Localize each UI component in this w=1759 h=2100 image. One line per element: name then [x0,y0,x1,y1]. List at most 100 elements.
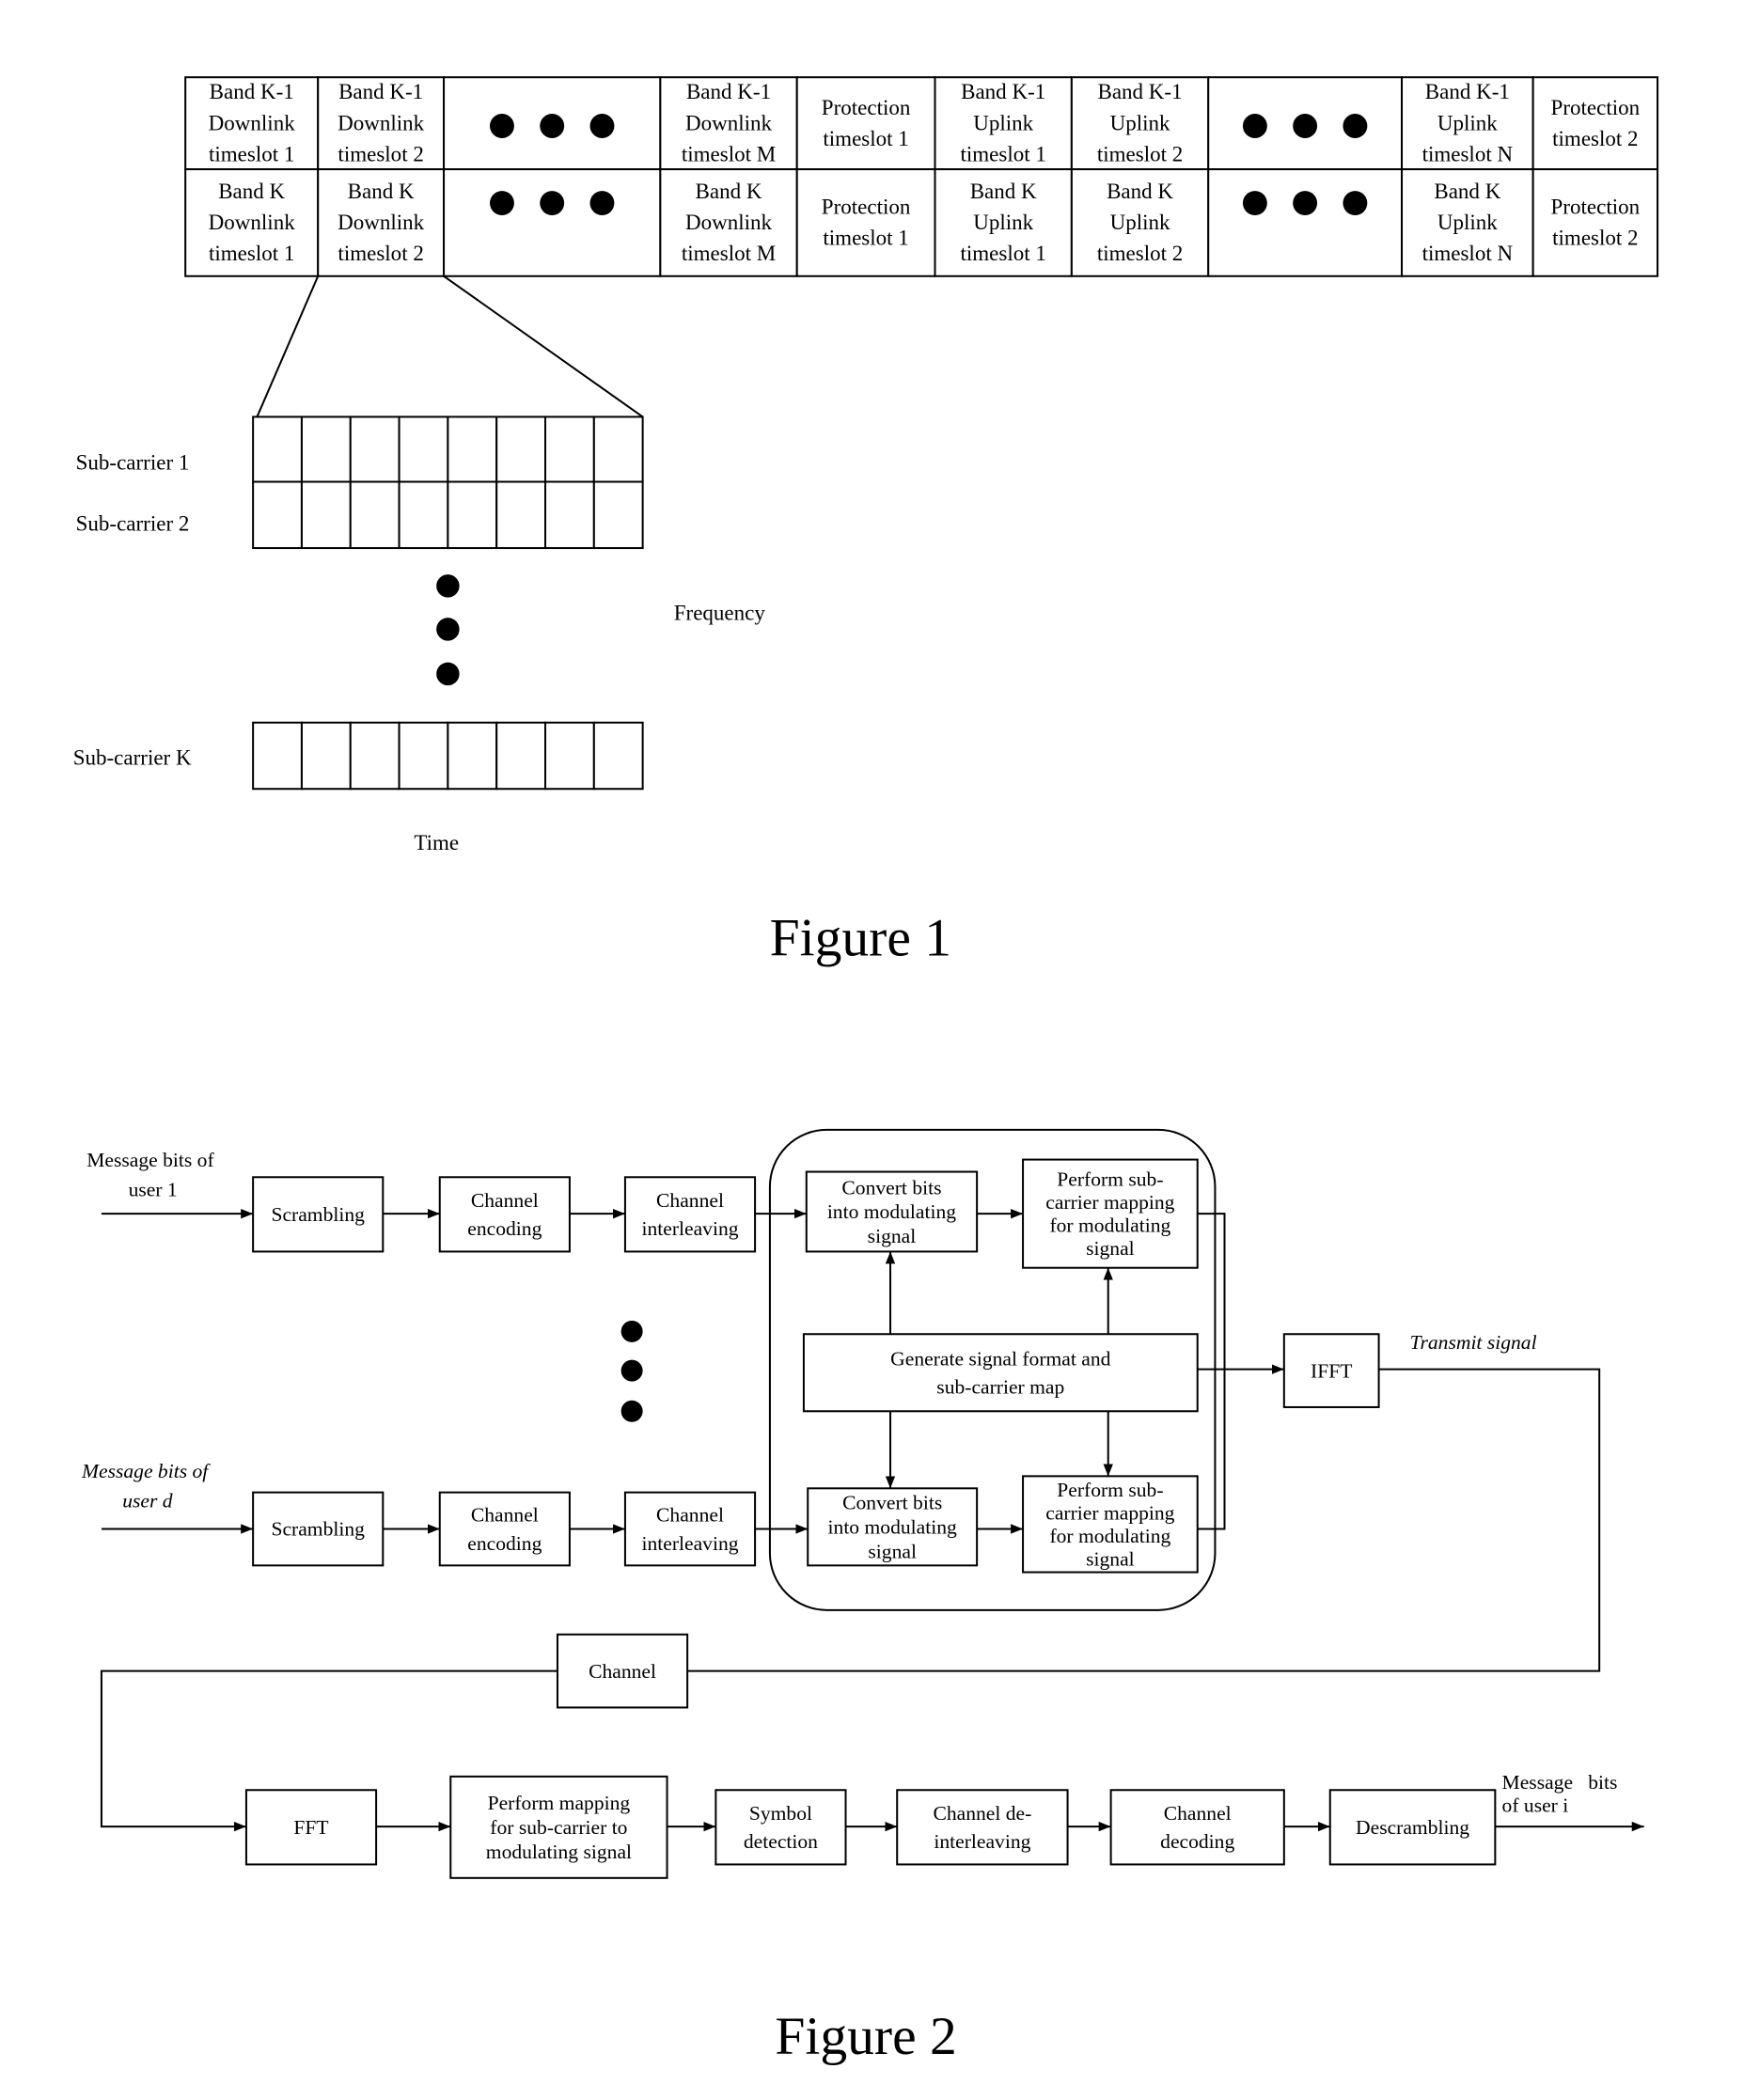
ellipsis-dot [589,114,615,138]
symbol-detection-box: Symbol detection [715,1789,847,1866]
time-label: Time [414,830,459,854]
ellipsis-dot [620,1320,643,1342]
resource-cell [349,415,400,483]
box-label: IFFT [1311,1359,1352,1382]
descrambling-box: Descrambling [1328,1789,1497,1866]
ellipsis-dot [436,662,460,686]
box-label: Perform mapping for sub-carrier to modulat… [486,1792,632,1863]
ellipsis-dot [589,191,615,215]
patent-figures: Band K-1 Downlink timeslot 1 Band K-1 Downli… [73,76,1659,2066]
rx-mapping-box: Perform mapping for sub-carrier to modulat… [449,1775,668,1879]
table-cell-ellipsis [443,168,662,277]
zoom-line-left [256,275,320,417]
table-cell: Band K Downlink timeslot 1 [184,168,320,277]
subcarrier-2-label: Sub-carrier 2 [76,510,190,535]
subcarrier-mapping-box-user-d: Perform sub-carrier mapping for modulatin… [1022,1475,1199,1574]
channel-box: Channel [556,1633,689,1709]
subcarrier-k-label: Sub-carrier K [73,744,192,769]
table-cell: Band K Uplink timeslot 2 [1070,168,1210,277]
table-cell: Protection timeslot 2 [1531,76,1659,171]
subcarrier-1-label: Sub-carrier 1 [76,450,190,475]
resource-cell [592,480,644,550]
table-cell-label: Band K-1 Downlink timeslot 2 [338,79,425,165]
resource-cell [349,480,400,550]
output-label-user-i: Message bits of user i [1502,1771,1623,1816]
resource-cell [300,480,352,550]
table-cell: Band K-1 Downlink timeslot M [659,76,798,171]
input-label-user-1: Message bits of user 1 [86,1149,219,1201]
figure-2: Message bits of user 1 Message bits of u… [81,1128,1644,2066]
ellipsis-dot [436,618,460,641]
table-cell: Band K Uplink timeslot N [1401,168,1534,277]
box-label: Scrambling [271,1203,365,1226]
resource-cell [447,480,498,550]
table-cell-ellipsis [443,76,662,171]
table-cell: Band K Downlink timeslot 2 [317,168,446,277]
ellipsis-dot [490,191,514,215]
box-label: Scrambling [271,1518,365,1541]
table-cell-ellipsis [1207,76,1404,171]
transmit-signal-label: Transmit signal [1410,1331,1537,1354]
ellipsis-dot [1293,114,1318,138]
ellipsis-dot [1343,114,1368,138]
resource-cell [495,721,547,791]
convert-bits-box-user-1: Convert bits into modulating signal [805,1170,979,1253]
table-cell-ellipsis [1207,168,1404,277]
convert-bits-box-user-d: Convert bits into modulating signal [807,1487,979,1567]
resource-cell [398,721,449,791]
resource-cell [592,415,644,483]
figure-1: Band K-1 Downlink timeslot 1 Band K-1 Downli… [73,76,1659,967]
box-label: FFT [293,1816,328,1839]
table-cell: Band K-1 Uplink timeslot 1 [934,76,1073,171]
channel-decoding-box: Channel decoding [1109,1789,1285,1866]
resource-cell [252,721,303,791]
resource-cell [349,721,400,791]
channel-interleaving-box-user-d: Channel interleaving [623,1491,757,1567]
channel-encoding-box-user-d: Channel encoding [438,1491,571,1567]
perform-output-bus [1197,1213,1226,1530]
table-cell: Band K-1 Uplink timeslot N [1401,76,1534,171]
scrambling-box-user-1: Scrambling [252,1176,385,1253]
zoom-line-right [443,274,644,418]
ellipsis-dot [436,574,460,598]
resource-cell [252,415,303,483]
resource-cell [398,415,449,483]
resource-cell [592,721,644,791]
table-cell: Band K Uplink timeslot 1 [934,168,1073,277]
box-label: Descrambling [1356,1816,1469,1839]
input-label-user-d: Message bits of user d [81,1460,213,1512]
resource-cell [544,480,595,550]
table-cell-label: Band K-1 Downlink timeslot 1 [209,79,296,165]
ellipsis-dot [1293,191,1318,215]
resource-cell [398,480,449,550]
ellipsis-dot [620,1400,643,1422]
ellipsis-dot [1343,191,1368,215]
ellipsis-dot [540,114,565,138]
resource-cell [495,480,547,550]
ifft-box: IFFT [1282,1333,1380,1408]
resource-cell [544,721,595,791]
resource-cell [447,721,498,791]
figure-1-caption: Figure 1 [770,908,951,967]
table-cell: Band K-1 Downlink timeslot 1 [184,76,320,171]
resource-cell [544,415,595,483]
resource-cell [495,415,547,483]
table-cell: Protection timeslot 1 [795,76,936,171]
ellipsis-dot [1242,191,1267,215]
channel-interleaving-box-user-1: Channel interleaving [623,1176,757,1253]
subcarrier-grid [252,415,644,791]
subcarrier-row [252,480,644,550]
resource-cell [300,721,352,791]
resource-cell [252,480,303,550]
resource-cell [447,415,498,483]
table-cell: Band K-1 Downlink timeslot 2 [317,76,446,171]
table-cell: Protection timeslot 2 [1531,168,1659,277]
channel-deinterleaving-box: Channel de-interleaving [896,1789,1069,1866]
frequency-label: Frequency [674,600,766,624]
ellipsis-dot [620,1359,643,1382]
fft-box: FFT [244,1789,378,1866]
table-cell: Band K Downlink timeslot M [659,168,798,277]
table-cell: Band K-1 Uplink timeslot 2 [1070,76,1210,171]
ellipsis-dot [1242,114,1267,138]
table-cell: Protection timeslot 1 [795,168,936,277]
